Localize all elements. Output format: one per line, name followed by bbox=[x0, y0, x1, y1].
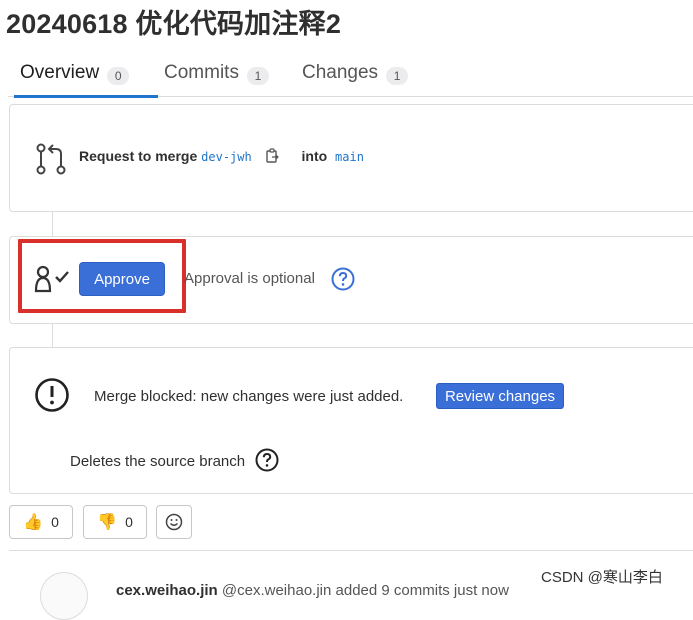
activity-handle: @cex.weihao.jin bbox=[221, 582, 332, 599]
activity-author[interactable]: cex.weihao.jin bbox=[116, 582, 218, 599]
thumbs-down-count: 0 bbox=[125, 514, 133, 530]
thumbs-up-icon: 👍 bbox=[23, 514, 44, 531]
tab-changes-label: Changes bbox=[302, 62, 379, 83]
activity-action: added 9 commits just now bbox=[335, 582, 509, 599]
tab-overview-count: 0 bbox=[107, 67, 130, 85]
merge-prefix: Request to merge bbox=[79, 148, 198, 164]
highlight-annotation-box bbox=[18, 239, 186, 313]
approval-status-text: Approval is optional bbox=[184, 270, 315, 287]
timeline-connector bbox=[52, 323, 53, 347]
add-reaction-button[interactable] bbox=[156, 505, 192, 539]
page-title: 20240618 优化代码加注释2 bbox=[6, 9, 342, 39]
smiley-icon bbox=[165, 513, 183, 531]
thumbs-down-icon: 👎 bbox=[97, 514, 118, 531]
warning-icon bbox=[35, 378, 69, 412]
thumbs-up-count: 0 bbox=[51, 514, 59, 530]
tab-commits-label: Commits bbox=[164, 62, 239, 83]
watermark: CSDN @寒山李白 bbox=[541, 569, 663, 586]
tab-overview-label: Overview bbox=[20, 62, 100, 83]
activity-entry: cex.weihao.jin @cex.weihao.jin added 9 c… bbox=[116, 582, 509, 599]
help-icon[interactable] bbox=[255, 448, 279, 472]
tab-commits[interactable]: Commits 1 bbox=[164, 62, 269, 95]
tab-changes-count: 1 bbox=[386, 67, 409, 85]
avatar[interactable] bbox=[40, 572, 88, 620]
tab-overview[interactable]: Overview 0 bbox=[14, 62, 158, 98]
merge-status-panel bbox=[9, 347, 693, 494]
target-branch-link[interactable]: main bbox=[335, 150, 364, 164]
tab-bar: Overview 0 Commits 1 Changes 1 bbox=[8, 58, 693, 98]
timeline-connector bbox=[52, 211, 53, 236]
copy-icon[interactable] bbox=[265, 148, 280, 164]
merge-request-icon bbox=[36, 143, 66, 175]
merge-blocked-text: Merge blocked: new changes were just add… bbox=[94, 388, 404, 405]
tab-commits-count: 1 bbox=[246, 67, 269, 85]
source-branch-link[interactable]: dev-jwh bbox=[201, 150, 252, 164]
delete-source-branch-text: Deletes the source branch bbox=[70, 453, 246, 470]
help-icon[interactable] bbox=[331, 267, 355, 291]
merge-request-line: Request to merge dev-jwh into main bbox=[79, 148, 364, 164]
review-changes-button[interactable]: Review changes bbox=[436, 383, 564, 409]
activity-divider bbox=[9, 550, 693, 551]
thumbs-up-button[interactable]: 👍 0 bbox=[9, 505, 73, 539]
into-label: into bbox=[301, 148, 328, 164]
thumbs-down-button[interactable]: 👎 0 bbox=[83, 505, 147, 539]
tab-changes[interactable]: Changes 1 bbox=[302, 62, 409, 95]
